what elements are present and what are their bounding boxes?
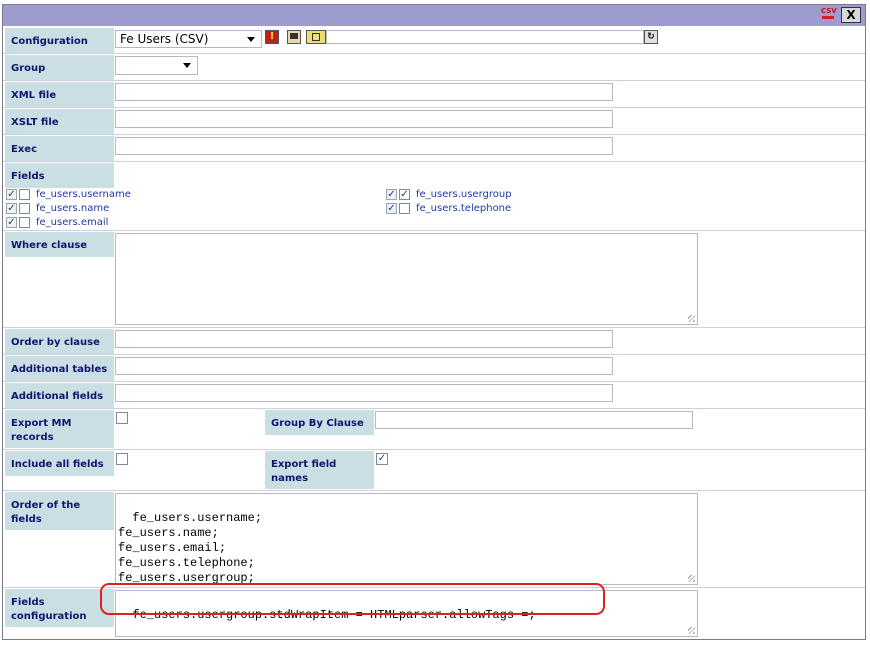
row-divider	[3, 490, 865, 491]
export-mm-records-label-line1: Export MM	[11, 418, 72, 429]
csv-arrow-icon	[822, 16, 834, 19]
close-button[interactable]: X	[841, 7, 861, 23]
group-by-clause-label: Group By Clause	[265, 410, 374, 435]
fields-label: Fields	[5, 163, 114, 188]
field-include-checkbox[interactable]: ✓	[6, 189, 17, 200]
row-divider	[3, 161, 865, 162]
csv-export-icon[interactable]: CSV	[821, 7, 839, 24]
configuration-title-input[interactable]	[326, 30, 644, 44]
field-option-checkbox[interactable]	[399, 203, 410, 214]
row-divider	[3, 354, 865, 355]
field-name: fe_users.name	[36, 203, 110, 214]
field-name: fe_users.username	[36, 189, 131, 200]
title-bar	[3, 5, 865, 26]
row-divider	[3, 107, 865, 108]
field-name: fe_users.email	[36, 217, 109, 228]
configuration-label: Configuration	[5, 28, 114, 53]
resize-grip-icon[interactable]	[688, 575, 695, 582]
export-field-names-label-line2: names	[271, 473, 309, 484]
xml-file-input[interactable]	[115, 83, 613, 101]
field-include-checkbox[interactable]: ✓	[6, 203, 17, 214]
close-icon: X	[846, 8, 856, 22]
order-of-fields-label-line2: fields	[11, 514, 42, 525]
additional-tables-input[interactable]	[115, 357, 613, 375]
exec-input[interactable]	[115, 137, 613, 155]
field-option-checkbox[interactable]	[19, 217, 30, 228]
field-option-checkbox[interactable]	[19, 203, 30, 214]
fields-configuration-label: Fields configuration	[5, 589, 114, 627]
where-clause-label: Where clause	[5, 232, 114, 257]
group-by-clause-input[interactable]	[375, 411, 693, 429]
field-include-checkbox[interactable]: ✓	[6, 217, 17, 228]
configuration-select[interactable]: Fe Users (CSV)	[115, 30, 262, 48]
where-clause-textarea[interactable]	[115, 233, 698, 325]
order-by-clause-label: Order by clause	[5, 329, 114, 354]
order-of-fields-label-line1: Order of the	[11, 500, 81, 511]
include-all-fields-checkbox[interactable]	[116, 453, 128, 465]
include-all-fields-label: Include all fields	[5, 451, 114, 476]
row-divider	[3, 381, 865, 382]
field-option-checkbox[interactable]: ✓	[399, 189, 410, 200]
group-select[interactable]	[115, 56, 198, 75]
row-divider	[3, 134, 865, 135]
xslt-file-input[interactable]	[115, 110, 613, 128]
additional-fields-input[interactable]	[115, 384, 613, 402]
field-name: fe_users.telephone	[416, 203, 512, 214]
csv-icon-label: CSV	[821, 7, 837, 15]
export-mm-records-label: Export MM records	[5, 410, 114, 448]
field-option-checkbox[interactable]	[19, 189, 30, 200]
warning-icon[interactable]: !	[265, 30, 279, 44]
order-by-clause-input[interactable]	[115, 330, 613, 348]
xslt-file-label: XSLT file	[5, 109, 114, 134]
row-divider	[3, 53, 865, 54]
save-icon[interactable]	[287, 30, 301, 44]
chevron-down-icon	[247, 37, 255, 42]
export-field-names-label: Export field names	[265, 451, 374, 489]
fields-configuration-label-line2: configuration	[11, 611, 87, 622]
resize-grip-icon[interactable]	[688, 315, 695, 322]
additional-tables-label: Additional tables	[5, 356, 114, 381]
export-mm-records-checkbox[interactable]	[116, 412, 128, 424]
delete-icon[interactable]	[306, 30, 326, 44]
export-field-names-label-line1: Export field	[271, 459, 337, 470]
row-divider	[3, 408, 865, 409]
export-mm-records-label-line2: records	[11, 432, 54, 443]
field-include-checkbox[interactable]: ✓	[386, 189, 397, 200]
order-of-fields-label: Order of the fields	[5, 492, 114, 530]
row-divider	[3, 80, 865, 81]
field-include-checkbox[interactable]: ✓	[386, 203, 397, 214]
order-of-fields-textarea[interactable]: fe_users.username; fe_users.name; fe_use…	[115, 493, 698, 585]
resize-grip-icon[interactable]	[688, 627, 695, 634]
exec-label: Exec	[5, 136, 114, 161]
row-divider	[3, 449, 865, 450]
highlight-annotation	[100, 583, 605, 615]
row-divider	[3, 230, 865, 231]
fields-configuration-label-line1: Fields	[11, 597, 45, 608]
additional-fields-label: Additional fields	[5, 383, 114, 408]
group-label: Group	[5, 55, 114, 80]
chevron-down-icon	[183, 63, 191, 68]
export-field-names-checkbox[interactable]: ✓	[376, 453, 388, 465]
field-name: fe_users.usergroup	[416, 189, 512, 200]
configuration-selected-value: Fe Users (CSV)	[120, 32, 209, 46]
order-of-fields-value: fe_users.username; fe_users.name; fe_use…	[118, 511, 263, 585]
row-divider	[3, 327, 865, 328]
xml-file-label: XML file	[5, 82, 114, 107]
refresh-icon[interactable]: ↻	[644, 30, 658, 44]
